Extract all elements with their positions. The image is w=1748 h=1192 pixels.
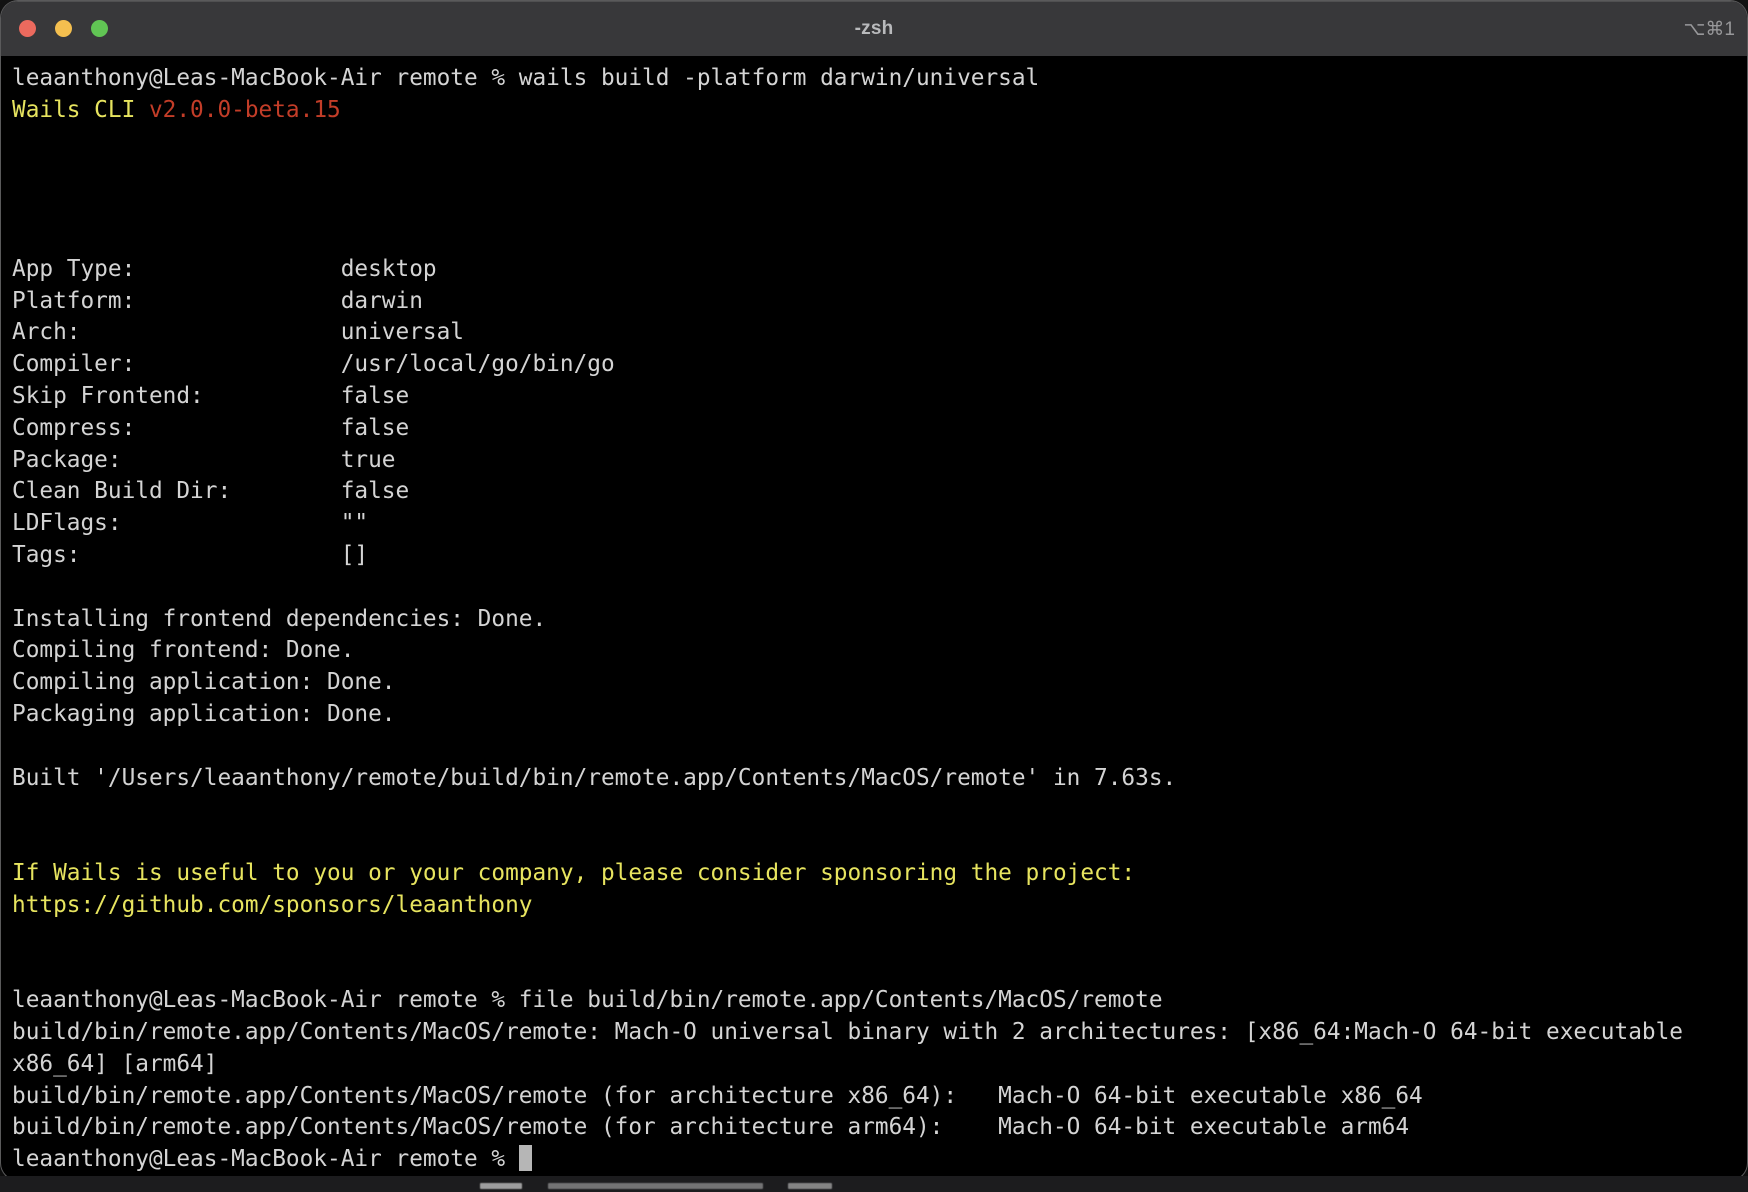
background-window-strip: [0, 1176, 1748, 1192]
window-title: -zsh: [1, 1, 1747, 56]
terminal-line-19: Compiling frontend: Done.: [12, 635, 1736, 667]
terminal-text-segment: If Wails is useful to you or your compan…: [12, 860, 1135, 886]
terminal-text-segment: Installing frontend dependencies: Done.: [12, 606, 546, 632]
terminal-text-segment: v2.0.0-beta.15: [149, 97, 341, 123]
terminal-text-segment: Clean Build Dir: false: [12, 478, 409, 504]
terminal-line-31: build/bin/remote.app/Contents/MacOS/remo…: [12, 1017, 1736, 1049]
terminal-line-32: x86_64] [arm64]: [12, 1049, 1736, 1081]
terminal-text-segment: leaanthony@Leas-MacBook-Air remote %: [12, 1146, 519, 1172]
terminal-line-22: [12, 731, 1736, 763]
terminal-line-28: [12, 922, 1736, 954]
terminal-text-segment: Platform: darwin: [12, 288, 423, 314]
terminal-text-segment: build/bin/remote.app/Contents/MacOS/remo…: [12, 1019, 1683, 1045]
terminal-line-2: Wails CLI v2.0.0-beta.15: [12, 95, 1736, 127]
terminal-window: -zsh ⌥⌘1 leaanthony@Leas-MacBook-Air rem…: [0, 0, 1748, 1181]
terminal-text-segment: Built '/Users/leaanthony/remote/build/bi…: [12, 765, 1176, 791]
window-titlebar[interactable]: -zsh ⌥⌘1: [1, 1, 1747, 56]
terminal-line-3: [12, 127, 1736, 159]
terminal-text-segment: leaanthony@Leas-MacBook-Air remote % wai…: [12, 65, 1039, 91]
background-window-fragment: [788, 1183, 832, 1189]
sponsor-url-link[interactable]: https://github.com/sponsors/leaanthony: [12, 892, 532, 918]
terminal-line-33: build/bin/remote.app/Contents/MacOS/remo…: [12, 1081, 1736, 1113]
terminal-cursor: [519, 1145, 533, 1171]
terminal-line-26: If Wails is useful to you or your compan…: [12, 858, 1736, 890]
terminal-line-12: Compress: false: [12, 413, 1736, 445]
terminal-text-segment: LDFlags: "": [12, 510, 368, 536]
terminal-line-34: build/bin/remote.app/Contents/MacOS/remo…: [12, 1112, 1736, 1144]
terminal-line-20: Compiling application: Done.: [12, 667, 1736, 699]
terminal-line-23: Built '/Users/leaanthony/remote/build/bi…: [12, 763, 1736, 795]
terminal-text-segment: Wails CLI: [12, 97, 149, 123]
terminal-text-segment: Compress: false: [12, 415, 409, 441]
terminal-line-5: [12, 190, 1736, 222]
background-window-fragment: [548, 1183, 763, 1189]
terminal-line-17: [12, 572, 1736, 604]
terminal-line-29: [12, 953, 1736, 985]
background-window-fragment: [480, 1183, 522, 1189]
terminal-text-segment: Skip Frontend: false: [12, 383, 409, 409]
terminal-line-25: [12, 826, 1736, 858]
terminal-line-7: App Type: desktop: [12, 254, 1736, 286]
terminal-line-16: Tags: []: [12, 540, 1736, 572]
terminal-line-8: Platform: darwin: [12, 286, 1736, 318]
terminal-line-27: https://github.com/sponsors/leaanthony: [12, 890, 1736, 922]
terminal-line-1: leaanthony@Leas-MacBook-Air remote % wai…: [12, 63, 1736, 95]
terminal-line-4: [12, 158, 1736, 190]
terminal-line-9: Arch: universal: [12, 317, 1736, 349]
terminal-line-35: leaanthony@Leas-MacBook-Air remote %: [12, 1144, 1736, 1176]
terminal-text-segment: Compiling frontend: Done.: [12, 637, 354, 663]
terminal-text-segment: x86_64] [arm64]: [12, 1051, 217, 1077]
terminal-text-segment: App Type: desktop: [12, 256, 437, 282]
terminal-line-18: Installing frontend dependencies: Done.: [12, 604, 1736, 636]
tab-shortcut-badge: ⌥⌘1: [1684, 1, 1735, 56]
terminal-line-10: Compiler: /usr/local/go/bin/go: [12, 349, 1736, 381]
terminal-line-13: Package: true: [12, 445, 1736, 477]
terminal-text-segment: Compiling application: Done.: [12, 669, 396, 695]
terminal-text-segment: build/bin/remote.app/Contents/MacOS/remo…: [12, 1114, 1409, 1140]
terminal-line-30: leaanthony@Leas-MacBook-Air remote % fil…: [12, 985, 1736, 1017]
terminal-text-segment: Package: true: [12, 447, 396, 473]
terminal-text-segment: Compiler: /usr/local/go/bin/go: [12, 351, 615, 377]
terminal-text-segment: leaanthony@Leas-MacBook-Air remote % fil…: [12, 987, 1163, 1013]
terminal-line-6: [12, 222, 1736, 254]
terminal-line-24: [12, 794, 1736, 826]
terminal-line-14: Clean Build Dir: false: [12, 476, 1736, 508]
terminal-text-segment: Arch: universal: [12, 319, 464, 345]
terminal-line-15: LDFlags: "": [12, 508, 1736, 540]
terminal-line-11: Skip Frontend: false: [12, 381, 1736, 413]
terminal-text-segment: build/bin/remote.app/Contents/MacOS/remo…: [12, 1083, 1423, 1109]
terminal-screen[interactable]: leaanthony@Leas-MacBook-Air remote % wai…: [1, 56, 1747, 1176]
terminal-text-segment: Tags: []: [12, 542, 368, 568]
terminal-text-segment: Packaging application: Done.: [12, 701, 396, 727]
terminal-line-21: Packaging application: Done.: [12, 699, 1736, 731]
